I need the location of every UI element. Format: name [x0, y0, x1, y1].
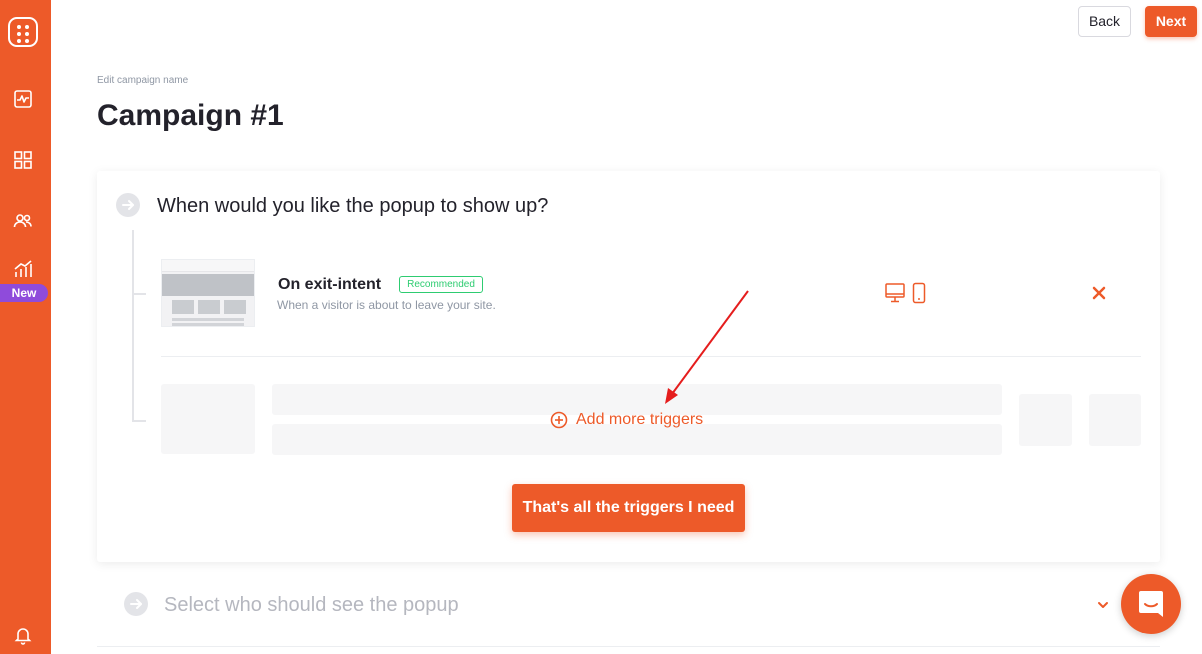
dice-logo-icon[interactable] [8, 17, 38, 47]
add-more-triggers-label: Add more triggers [576, 411, 704, 428]
back-button[interactable]: Back [1078, 6, 1131, 37]
bell-icon[interactable] [13, 625, 33, 645]
plus-circle-icon [550, 411, 568, 429]
add-more-triggers-link[interactable]: Add more triggers [550, 410, 703, 430]
exit-intent-thumbnail [161, 259, 255, 327]
chat-launcher-button[interactable] [1121, 574, 1181, 634]
growth-chart-icon[interactable] [13, 259, 33, 279]
placeholder-box [1019, 394, 1072, 446]
tree-connector-branch [132, 420, 146, 422]
sidebar: New [0, 0, 51, 654]
trigger-name: On exit-intent [278, 276, 382, 293]
done-triggers-button[interactable]: That's all the triggers I need [512, 484, 745, 532]
placeholder-box [1089, 394, 1141, 446]
desktop-icon[interactable] [885, 282, 905, 304]
divider [97, 646, 1160, 647]
new-badge: New [0, 284, 48, 302]
analytics-icon[interactable] [13, 89, 33, 109]
page-title: Campaign #1 [97, 99, 284, 132]
recommended-badge: Recommended [399, 276, 483, 293]
remove-trigger-icon[interactable] [1091, 285, 1107, 301]
mobile-icon[interactable] [912, 282, 926, 304]
tree-connector-branch [132, 293, 146, 295]
chat-icon [1139, 591, 1163, 617]
tree-connector [132, 230, 134, 422]
arrow-right-circle-icon [124, 592, 148, 616]
audience-step-title[interactable]: Select who should see the popup [164, 594, 459, 617]
next-button[interactable]: Next [1145, 6, 1197, 37]
arrow-right-circle-icon [116, 193, 140, 217]
grid-icon[interactable] [13, 150, 33, 170]
trigger-description: When a visitor is about to leave your si… [277, 298, 496, 312]
users-icon[interactable] [13, 211, 33, 231]
chevron-down-icon[interactable] [1096, 598, 1110, 610]
placeholder-thumbnail [161, 384, 255, 454]
divider [161, 356, 1141, 357]
step-question: When would you like the popup to show up… [157, 195, 549, 217]
edit-campaign-name-link[interactable]: Edit campaign name [97, 75, 188, 86]
